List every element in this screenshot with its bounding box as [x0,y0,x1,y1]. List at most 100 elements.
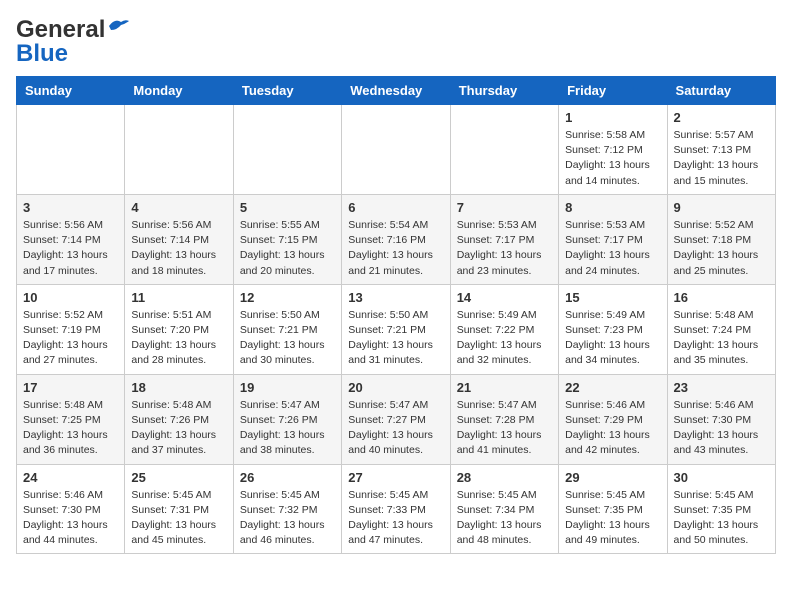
day-number: 17 [23,380,118,395]
day-info: Sunrise: 5:56 AM Sunset: 7:14 PM Dayligh… [23,218,118,279]
calendar-cell: 10 Sunrise: 5:52 AM Sunset: 7:19 PM Dayli… [17,284,125,374]
calendar-week-5: 24Sunrise: 5:46 AM Sunset: 7:30 PM Dayli… [17,464,776,554]
day-number: 5 [240,200,335,215]
day-info: Sunrise: 5:50 AM Sunset: 7:21 PM Dayligh… [348,308,443,369]
day-number: 23 [674,380,769,395]
day-number: 29 [565,470,660,485]
day-info: Sunrise: 5:47 AM Sunset: 7:27 PM Dayligh… [348,398,443,459]
day-number: 10 [23,290,118,305]
calendar-cell: 29 Sunrise: 5:45 AM Sunset: 7:35 PM Dayli… [559,464,667,554]
day-info: Sunrise: 5:47 AM Sunset: 7:26 PM Dayligh… [240,398,335,459]
day-number: 7 [457,200,552,215]
day-info: Sunrise: 5:58 AM Sunset: 7:12 PM Dayligh… [565,128,660,189]
calendar-cell: 23Sunrise: 5:46 AM Sunset: 7:30 PM Dayli… [667,374,775,464]
day-number: 11 [131,290,226,305]
day-number: 22 [565,380,660,395]
calendar-cell [450,105,558,195]
day-number: 1 [565,110,660,125]
weekday-header-wednesday: Wednesday [342,77,450,105]
day-number: 25 [131,470,226,485]
calendar-week-4: 17Sunrise: 5:48 AM Sunset: 7:25 PM Dayli… [17,374,776,464]
day-info: Sunrise: 5:45 AM Sunset: 7:33 PM Dayligh… [348,488,443,549]
day-number: 30 [674,470,769,485]
day-number: 13 [348,290,443,305]
day-info: Sunrise: 5:47 AM Sunset: 7:28 PM Dayligh… [457,398,552,459]
calendar-cell [233,105,341,195]
day-info: Sunrise: 5:45 AM Sunset: 7:35 PM Dayligh… [565,488,660,549]
calendar-cell: 12 Sunrise: 5:50 AM Sunset: 7:21 PM Dayli… [233,284,341,374]
calendar-week-3: 10 Sunrise: 5:52 AM Sunset: 7:19 PM Dayli… [17,284,776,374]
logo-blue: Blue [16,40,68,67]
day-number: 15 [565,290,660,305]
calendar-cell: 20Sunrise: 5:47 AM Sunset: 7:27 PM Dayli… [342,374,450,464]
calendar-cell: 5 Sunrise: 5:55 AM Sunset: 7:15 PM Daylig… [233,194,341,284]
day-number: 18 [131,380,226,395]
weekday-header-tuesday: Tuesday [233,77,341,105]
calendar-cell: 8Sunrise: 5:53 AM Sunset: 7:17 PM Daylig… [559,194,667,284]
calendar-cell [125,105,233,195]
logo-bird-icon [107,18,129,34]
calendar-table: SundayMondayTuesdayWednesdayThursdayFrid… [16,76,776,554]
calendar-cell: 28Sunrise: 5:45 AM Sunset: 7:34 PM Dayli… [450,464,558,554]
day-info: Sunrise: 5:52 AM Sunset: 7:19 PM Dayligh… [23,308,118,369]
weekday-header-sunday: Sunday [17,77,125,105]
calendar-cell: 16 Sunrise: 5:48 AM Sunset: 7:24 PM Dayli… [667,284,775,374]
day-info: Sunrise: 5:56 AM Sunset: 7:14 PM Dayligh… [131,218,226,279]
day-info: Sunrise: 5:50 AM Sunset: 7:21 PM Dayligh… [240,308,335,369]
calendar-cell: 26 Sunrise: 5:45 AM Sunset: 7:32 PM Dayli… [233,464,341,554]
calendar-cell: 11 Sunrise: 5:51 AM Sunset: 7:20 PM Dayli… [125,284,233,374]
day-number: 27 [348,470,443,485]
calendar-cell: 2Sunrise: 5:57 AM Sunset: 7:13 PM Daylig… [667,105,775,195]
calendar-cell [17,105,125,195]
day-number: 9 [674,200,769,215]
day-number: 12 [240,290,335,305]
calendar-cell: 30 Sunrise: 5:45 AM Sunset: 7:35 PM Dayli… [667,464,775,554]
day-info: Sunrise: 5:45 AM Sunset: 7:35 PM Dayligh… [674,488,769,549]
page-header: General Blue [16,16,776,68]
day-number: 24 [23,470,118,485]
calendar-week-2: 3 Sunrise: 5:56 AM Sunset: 7:14 PM Daylig… [17,194,776,284]
day-info: Sunrise: 5:54 AM Sunset: 7:16 PM Dayligh… [348,218,443,279]
day-number: 16 [674,290,769,305]
calendar-week-1: 1 Sunrise: 5:58 AM Sunset: 7:12 PM Daylig… [17,105,776,195]
calendar-cell: 13 Sunrise: 5:50 AM Sunset: 7:21 PM Dayli… [342,284,450,374]
calendar-cell: 14 Sunrise: 5:49 AM Sunset: 7:22 PM Dayli… [450,284,558,374]
calendar-cell: 18 Sunrise: 5:48 AM Sunset: 7:26 PM Dayli… [125,374,233,464]
calendar-cell: 3 Sunrise: 5:56 AM Sunset: 7:14 PM Daylig… [17,194,125,284]
day-info: Sunrise: 5:55 AM Sunset: 7:15 PM Dayligh… [240,218,335,279]
day-info: Sunrise: 5:49 AM Sunset: 7:23 PM Dayligh… [565,308,660,369]
day-number: 26 [240,470,335,485]
day-info: Sunrise: 5:51 AM Sunset: 7:20 PM Dayligh… [131,308,226,369]
day-number: 21 [457,380,552,395]
logo: General Blue [16,16,129,68]
day-info: Sunrise: 5:57 AM Sunset: 7:13 PM Dayligh… [674,128,769,189]
weekday-header-thursday: Thursday [450,77,558,105]
day-info: Sunrise: 5:52 AM Sunset: 7:18 PM Dayligh… [674,218,769,279]
calendar-cell: 6 Sunrise: 5:54 AM Sunset: 7:16 PM Daylig… [342,194,450,284]
calendar-cell: 24Sunrise: 5:46 AM Sunset: 7:30 PM Dayli… [17,464,125,554]
day-info: Sunrise: 5:45 AM Sunset: 7:32 PM Dayligh… [240,488,335,549]
calendar-cell: 25 Sunrise: 5:45 AM Sunset: 7:31 PM Dayli… [125,464,233,554]
calendar-cell: 15 Sunrise: 5:49 AM Sunset: 7:23 PM Dayli… [559,284,667,374]
calendar-cell: 27 Sunrise: 5:45 AM Sunset: 7:33 PM Dayli… [342,464,450,554]
day-number: 14 [457,290,552,305]
calendar-cell: 22 Sunrise: 5:46 AM Sunset: 7:29 PM Dayli… [559,374,667,464]
day-info: Sunrise: 5:53 AM Sunset: 7:17 PM Dayligh… [457,218,552,279]
day-info: Sunrise: 5:49 AM Sunset: 7:22 PM Dayligh… [457,308,552,369]
day-number: 3 [23,200,118,215]
calendar-cell: 19Sunrise: 5:47 AM Sunset: 7:26 PM Dayli… [233,374,341,464]
weekday-header-friday: Friday [559,77,667,105]
day-info: Sunrise: 5:45 AM Sunset: 7:31 PM Dayligh… [131,488,226,549]
calendar-cell [342,105,450,195]
calendar-cell: 17Sunrise: 5:48 AM Sunset: 7:25 PM Dayli… [17,374,125,464]
day-number: 8 [565,200,660,215]
day-info: Sunrise: 5:48 AM Sunset: 7:24 PM Dayligh… [674,308,769,369]
calendar-cell: 1 Sunrise: 5:58 AM Sunset: 7:12 PM Daylig… [559,105,667,195]
day-number: 6 [348,200,443,215]
day-info: Sunrise: 5:46 AM Sunset: 7:29 PM Dayligh… [565,398,660,459]
day-number: 28 [457,470,552,485]
calendar-cell: 21 Sunrise: 5:47 AM Sunset: 7:28 PM Dayli… [450,374,558,464]
calendar-cell: 9 Sunrise: 5:52 AM Sunset: 7:18 PM Daylig… [667,194,775,284]
weekday-header-row: SundayMondayTuesdayWednesdayThursdayFrid… [17,77,776,105]
day-info: Sunrise: 5:48 AM Sunset: 7:26 PM Dayligh… [131,398,226,459]
